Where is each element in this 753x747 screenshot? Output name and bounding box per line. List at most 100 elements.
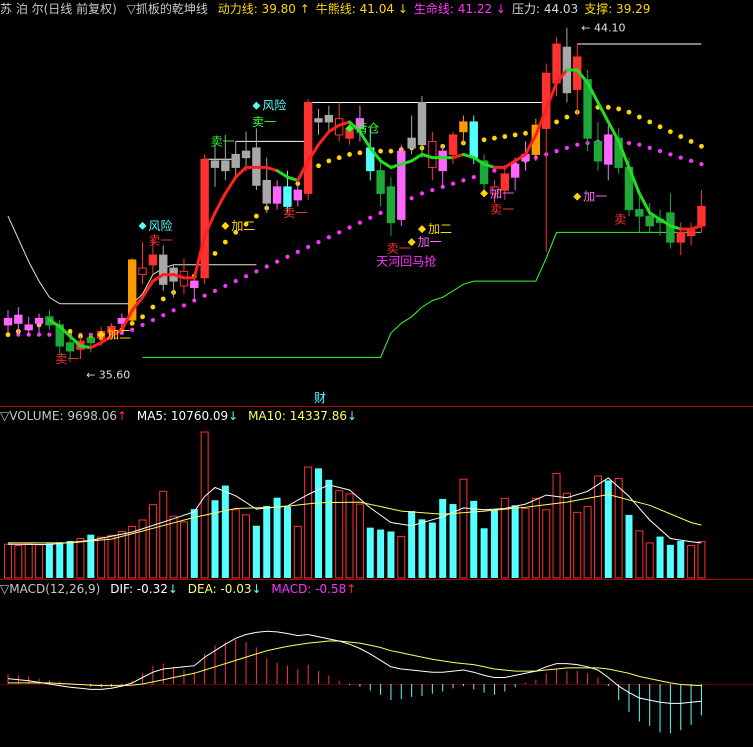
candle-body (272, 186, 282, 204)
candle-body (200, 158, 209, 279)
signal-diamond (418, 225, 426, 234)
volume-bar (242, 514, 251, 579)
life-dot (306, 244, 311, 250)
volume-bar (293, 525, 302, 579)
power-line-segment (285, 175, 300, 182)
signal-label: 卖一 (55, 352, 79, 366)
macd-dea-line (8, 640, 702, 687)
volume-bar (593, 475, 602, 579)
candle-body (231, 153, 240, 168)
signal-diamond (138, 221, 147, 230)
signal-diamond (252, 101, 261, 110)
bull-bear-dot (316, 163, 321, 169)
life-dot (357, 220, 362, 225)
volume-bar (231, 509, 240, 579)
volume-bar (408, 511, 416, 578)
high-price-marker: ← 44.10 (581, 22, 625, 35)
bull-bear-dot (481, 137, 487, 143)
volume-bar (552, 472, 561, 579)
bull-bear-dot (378, 148, 383, 154)
bull-bear-dot (647, 119, 653, 125)
volume-bar (211, 500, 219, 578)
volume-bar (221, 485, 229, 578)
life-dot (181, 303, 187, 308)
candle-body (262, 179, 271, 204)
volume-bar (169, 515, 178, 579)
candle-body (697, 205, 706, 227)
life-dot (285, 254, 290, 259)
life-dot (212, 288, 218, 293)
bull-bear-dot (140, 314, 145, 320)
life-dot (409, 196, 414, 201)
volume-bar (656, 536, 664, 578)
life-dot (264, 264, 269, 269)
volume-ma10: MA10: 14337.86↓ (248, 409, 358, 423)
power-line-segment (78, 344, 93, 350)
life-dot (419, 191, 425, 196)
life-dot (233, 278, 238, 284)
volume-bar (418, 519, 426, 578)
volume-bar (335, 490, 344, 579)
volume-bar (573, 511, 582, 579)
bull-bear-dot (668, 129, 673, 135)
candle-body (283, 186, 292, 207)
bull-bear-dot (605, 104, 611, 110)
bull-bear-dot (357, 150, 363, 156)
candle-body (303, 101, 313, 194)
signal-diamond (480, 189, 489, 198)
life-dot (326, 235, 331, 240)
signal-diamond (573, 192, 582, 201)
chart-canvas[interactable]: 卖一加二卖一风险卖一加二卖一风险卖一清仓天河回马抢卖一 加一加二加一卖一加一卖← … (0, 0, 753, 747)
power-line-segment (689, 224, 703, 231)
bull-bear-dot (636, 114, 642, 120)
volume-bar (304, 466, 313, 579)
volume-bar (480, 528, 488, 578)
macd-dif: DIF: -0.32↓ (110, 582, 178, 596)
volume-bar (459, 478, 468, 579)
volume-bar (500, 497, 509, 579)
volume-bar (439, 498, 447, 578)
volume-bar (148, 504, 157, 579)
signal-label: 加一 (418, 235, 442, 249)
signal-label: 风险 (262, 98, 286, 113)
candle-body (138, 267, 147, 276)
volume-bar (107, 534, 116, 579)
life-dot (368, 215, 373, 220)
candle-body (324, 114, 334, 123)
power-line-segment (596, 100, 610, 124)
volume-ma5: MA5: 10760.09↓ (136, 409, 239, 423)
volume-bar (179, 521, 188, 579)
bull-bear-dot (347, 152, 352, 157)
volume-bar (511, 505, 519, 578)
life-dot (689, 158, 694, 164)
volume-bar (583, 506, 592, 579)
signal-label: 卖一 (387, 242, 411, 256)
bull-bear-dot (512, 132, 518, 138)
candle-body (676, 231, 685, 243)
signal-label: 加二 (231, 219, 255, 233)
candle-body (190, 280, 199, 289)
signal-label: 卖一 (283, 206, 307, 220)
bull-bear-dot (699, 143, 704, 149)
life-dot (150, 317, 155, 323)
candle-body (14, 314, 23, 324)
signal-label: 加一 (583, 190, 607, 204)
life-dot (461, 178, 466, 183)
candle-body (86, 337, 95, 344)
life-dot (647, 145, 652, 151)
volume-bar (66, 541, 74, 578)
volume-bar (4, 543, 12, 579)
candle-body (221, 160, 230, 172)
candle-body (34, 317, 44, 324)
bull-bear-dot (150, 304, 156, 310)
power-line-segment (89, 341, 103, 350)
volume-bar (200, 431, 209, 579)
volume-bar (263, 505, 271, 578)
macd-panel (7, 630, 702, 734)
signal-label: 风险 (149, 218, 173, 233)
life-dot (316, 240, 321, 245)
volume-title: ▽VOLUME: 9698.06↑ (0, 409, 128, 423)
candle-body (376, 170, 385, 194)
macd-header: ▽MACD(12,26,9) DIF: -0.32↓ DEA: -0.03↓ M… (0, 580, 753, 598)
volume-bar (645, 542, 654, 579)
